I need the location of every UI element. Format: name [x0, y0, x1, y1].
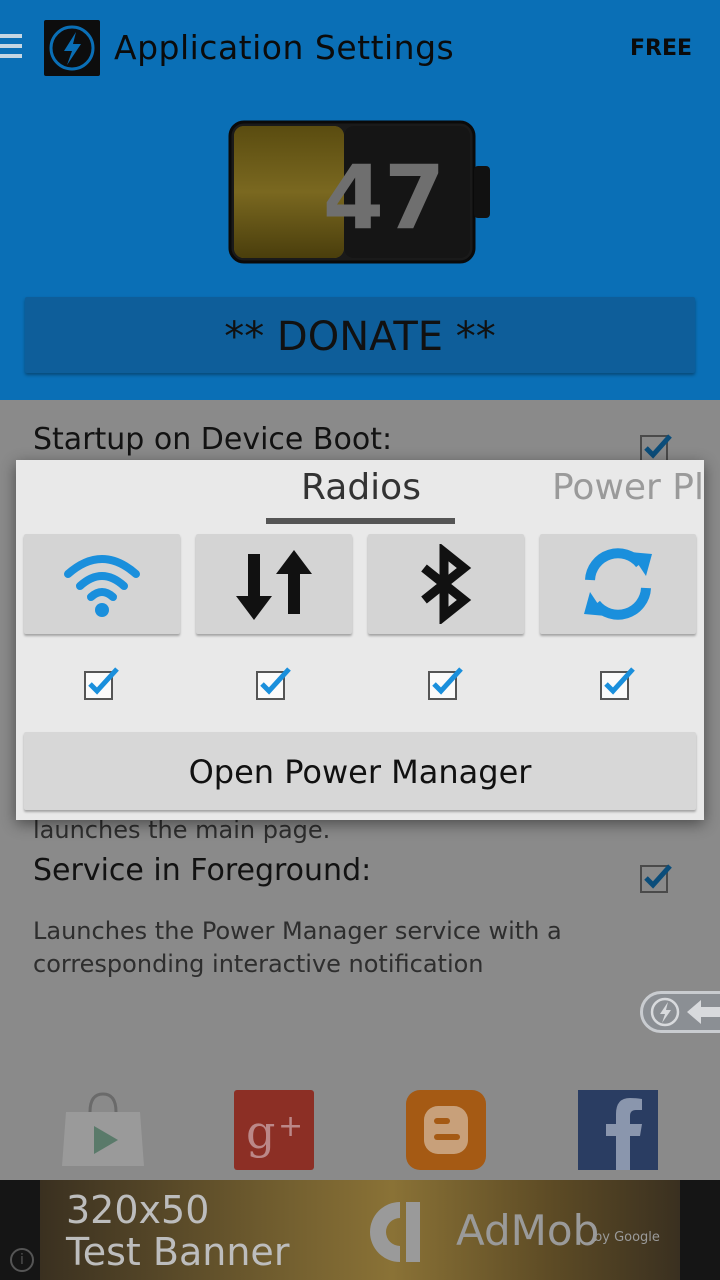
free-badge: FREE: [629, 36, 692, 61]
svg-text:+: +: [278, 1109, 303, 1144]
page-title: Application Settings: [114, 28, 455, 67]
admob-brand: AdMob: [456, 1206, 600, 1255]
svg-text:g: g: [246, 1105, 275, 1159]
bluetooth-checkbox[interactable]: [428, 664, 464, 700]
radios-dialog: Radios Power Pl Open Power Manager: [16, 460, 704, 820]
facebook-icon[interactable]: [578, 1090, 658, 1170]
bluetooth-icon: [421, 544, 472, 624]
setting-foreground-desc: Launches the Power Manager service with …: [33, 917, 562, 978]
google-plus-icon[interactable]: g +: [234, 1090, 314, 1170]
tab-power-plans[interactable]: Power Pl: [552, 466, 704, 510]
tab-radios[interactable]: Radios: [266, 466, 456, 522]
open-power-manager-button[interactable]: Open Power Manager: [24, 732, 696, 810]
ad-size: 320x50: [66, 1188, 210, 1232]
tab-radios-label: Radios: [301, 467, 421, 508]
quick-launch-tab[interactable]: [640, 991, 720, 1033]
open-power-manager-label: Open Power Manager: [188, 753, 532, 791]
startup-checkbox[interactable]: [640, 430, 674, 464]
play-store-icon[interactable]: [60, 1090, 144, 1170]
wifi-toggle-button[interactable]: [24, 534, 180, 634]
sync-toggle-button[interactable]: [540, 534, 696, 634]
app-logo-icon: [44, 20, 100, 76]
setting-startup-title: Startup on Device Boot:: [33, 422, 393, 457]
wifi-checkbox[interactable]: [84, 664, 120, 700]
foreground-checkbox[interactable]: [640, 860, 674, 894]
mobile-data-icon: [236, 550, 312, 620]
battery-level: 47: [322, 146, 446, 249]
mobile-data-checkbox[interactable]: [256, 664, 292, 700]
menu-icon[interactable]: [0, 34, 22, 64]
mobile-data-toggle-button[interactable]: [196, 534, 352, 634]
admob-logo-icon: [370, 1202, 420, 1262]
admob-by-google: by Google: [594, 1230, 660, 1245]
wifi-icon: [64, 555, 140, 617]
battery-indicator: 47: [226, 118, 494, 266]
bluetooth-toggle-button[interactable]: [368, 534, 524, 634]
ad-label: Test Banner: [66, 1230, 290, 1274]
app-header: Application Settings FREE 47 ** DONATE *…: [0, 0, 720, 400]
setting-foreground-title: Service in Foreground:: [33, 853, 372, 888]
sync-checkbox[interactable]: [600, 664, 636, 700]
blogger-icon[interactable]: [406, 1090, 486, 1170]
sync-icon: [584, 548, 652, 620]
donate-button[interactable]: ** DONATE **: [25, 297, 695, 373]
donate-label: ** DONATE **: [224, 314, 496, 360]
tab-indicator: [266, 518, 455, 524]
ad-info-icon[interactable]: i: [10, 1248, 34, 1272]
